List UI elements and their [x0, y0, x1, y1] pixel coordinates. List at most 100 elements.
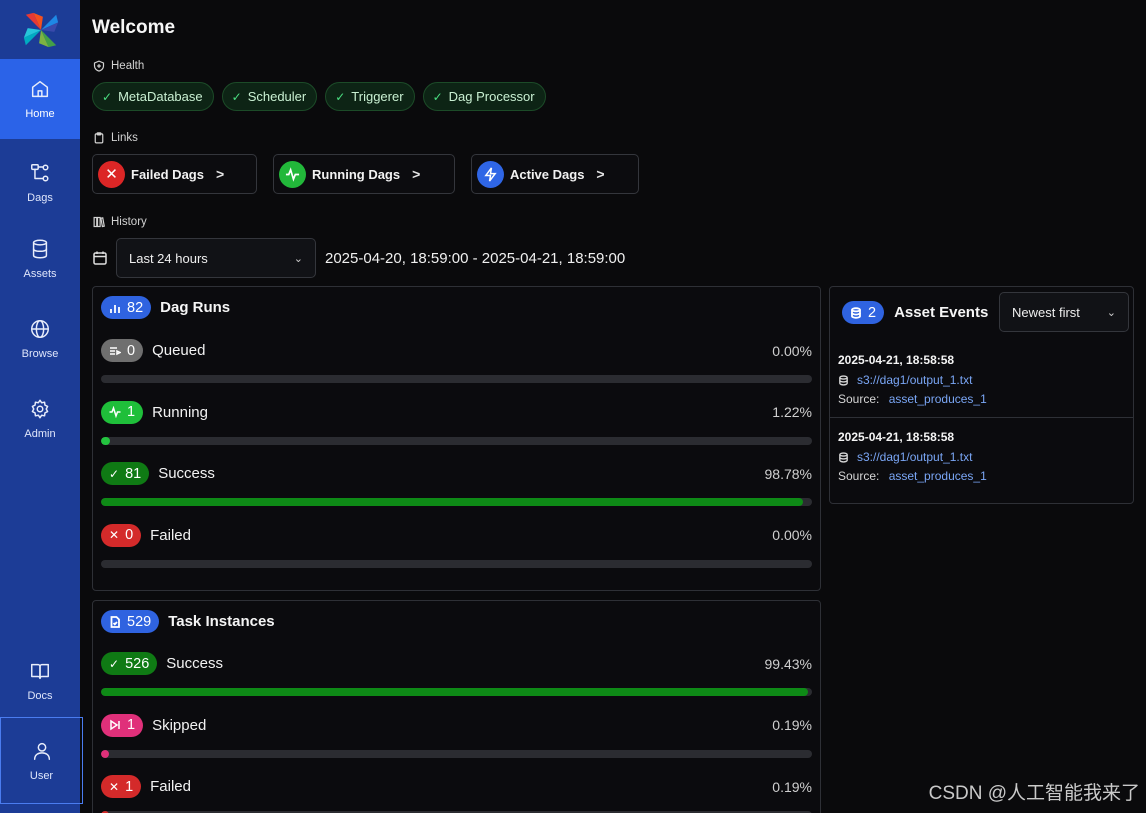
- sidebar-item-label: Docs: [27, 690, 53, 702]
- health-badge-triggerer: ✓ Triggerer: [325, 82, 415, 111]
- task-file-icon: [110, 615, 120, 628]
- asset-event-uri-link[interactable]: s3://dag1/output_1.txt: [857, 373, 972, 387]
- state-name: Queued: [152, 342, 206, 359]
- state-progress-bar: [101, 688, 812, 696]
- sidebar-item-label: Browse: [21, 348, 59, 360]
- dags-icon: [31, 164, 49, 182]
- bar-chart-icon: [110, 304, 120, 313]
- state-percentage: 1.22%: [772, 404, 812, 420]
- calendar-icon: [93, 251, 107, 265]
- sidebar-item-docs[interactable]: Docs: [0, 641, 80, 721]
- time-range-select[interactable]: Last 24 hours ⌄: [116, 238, 316, 278]
- check-icon: ✓: [109, 466, 120, 481]
- state-row-failed[interactable]: ✕ 0 Failed 0.00%: [101, 523, 812, 569]
- task-instances-card: 529 Task Instances ✓ 526 Success 99.43% 1 Ski…: [92, 600, 821, 813]
- database-icon: [32, 239, 48, 259]
- database-icon: [839, 451, 848, 463]
- history-label: History: [111, 216, 147, 228]
- sidebar-item-browse[interactable]: Browse: [0, 299, 80, 379]
- asset-event-source-link[interactable]: asset_produces_1: [889, 469, 987, 483]
- state-name: Running: [152, 403, 208, 421]
- user-icon: [33, 742, 50, 760]
- state-name: Failed: [150, 526, 191, 544]
- sidebar-item-user[interactable]: User: [0, 717, 83, 804]
- task-instances-count-badge: 529: [101, 610, 160, 633]
- asset-event-time: 2025-04-21, 18:58:58: [838, 353, 955, 367]
- sidebar-item-assets[interactable]: Assets: [0, 219, 80, 299]
- state-count: 0: [127, 342, 136, 359]
- dag-runs-card: 82 Dag Runs 0 Queued 0.00% 1 Running 1.22% ✓ 81…: [92, 286, 821, 591]
- state-count: 526: [125, 655, 150, 672]
- sidebar-item-dags[interactable]: Dags: [0, 143, 80, 223]
- chevron-down-icon: ⌄: [293, 252, 303, 265]
- asset-events-count: 2: [868, 304, 877, 321]
- asset-event-uri-link[interactable]: s3://dag1/output_1.txt: [857, 450, 972, 464]
- asset-event-uri-row: s3://dag1/output_1.txt: [838, 373, 1125, 387]
- health-badge-label: Scheduler: [247, 89, 307, 104]
- watermark-text: CSDN @人工智能我来了: [928, 783, 1140, 804]
- state-count: 1: [127, 404, 136, 420]
- dag-runs-count-badge: 82: [101, 296, 152, 319]
- state-count: 1: [125, 778, 134, 795]
- chevron-right-icon: >: [412, 166, 421, 182]
- running-dags-link[interactable]: Running Dags >: [273, 154, 455, 194]
- state-progress-fill: [101, 688, 808, 696]
- sidebar-item-label: Assets: [23, 268, 57, 280]
- dag-runs-count: 82: [127, 299, 144, 316]
- asset-events-header: 2 Asset Events: [842, 301, 988, 324]
- app-root: Home Dags Assets Browse Admin Docs User …: [0, 0, 1146, 813]
- state-count: 81: [125, 465, 142, 482]
- state-row-queued[interactable]: 0 Queued 0.00%: [101, 338, 812, 384]
- dag-runs-title: Dag Runs: [160, 299, 231, 316]
- asset-event-source-link[interactable]: asset_produces_1: [889, 392, 987, 406]
- state-percentage: 99.43%: [764, 655, 812, 672]
- home-icon: [31, 80, 49, 98]
- sidebar-item-admin[interactable]: Admin: [0, 379, 80, 459]
- state-row-success[interactable]: ✓ 81 Success 98.78%: [101, 461, 812, 507]
- state-row-skipped[interactable]: 1 Skipped 0.19%: [101, 713, 812, 759]
- state-row-failed[interactable]: ✕ 1 Failed 0.19%: [101, 774, 812, 813]
- asset-event-uri-row: s3://dag1/output_1.txt: [838, 450, 1125, 464]
- pulse-icon: [109, 406, 121, 418]
- database-icon: [851, 306, 861, 319]
- state-row-running[interactable]: 1 Running 1.22%: [101, 400, 812, 446]
- state-name: Success: [166, 655, 223, 672]
- state-count-badge: ✓ 81: [101, 462, 150, 485]
- chevron-down-icon: ⌄: [1106, 306, 1116, 319]
- state-progress-bar: [101, 498, 812, 506]
- time-range-value: Last 24 hours: [129, 250, 208, 266]
- asset-event-source-row: Source: asset_produces_1: [838, 469, 1125, 483]
- asset-event-source-label: Source:: [838, 469, 880, 483]
- sidebar-item-home[interactable]: Home: [0, 59, 80, 139]
- state-percentage: 0.19%: [772, 717, 812, 733]
- active-dags-link[interactable]: Active Dags >: [471, 154, 639, 194]
- history-range-row: Last 24 hours ⌄ 2025-04-20, 18:59:00 - 2…: [92, 238, 625, 278]
- asset-sort-select[interactable]: Newest first ⌄: [999, 292, 1129, 332]
- health-badge-label: MetaDatabase: [118, 89, 203, 104]
- airflow-logo-icon[interactable]: [22, 11, 60, 49]
- failed-dags-link[interactable]: ✕ Failed Dags >: [92, 154, 257, 194]
- state-name: Success: [158, 465, 215, 482]
- chevron-right-icon: >: [596, 166, 605, 182]
- state-progress-bar: [101, 559, 812, 568]
- state-progress-fill: [101, 749, 109, 758]
- book-icon: [31, 663, 49, 680]
- state-progress-bar: [101, 436, 812, 445]
- sidebar-item-label: Admin: [24, 428, 56, 440]
- check-icon: ✓: [109, 656, 120, 671]
- asset-event-item: 2025-04-21, 18:58:58 s3://dag1/output_1.…: [830, 341, 1133, 429]
- health-label: Health: [111, 60, 145, 72]
- asset-events-card: 2 Asset Events Newest first ⌄ 2025-04-21…: [829, 286, 1134, 504]
- main-content: Welcome Health ✓ MetaDatabase ✓ Scheduler …: [80, 0, 1146, 813]
- state-progress-fill: [101, 498, 804, 506]
- check-icon: ✓: [335, 89, 346, 104]
- dag-runs-header: 82 Dag Runs: [101, 296, 230, 319]
- state-name: Failed: [150, 778, 191, 795]
- health-badge-scheduler: ✓ Scheduler: [221, 82, 318, 111]
- state-percentage: 0.00%: [772, 342, 812, 359]
- state-row-success[interactable]: ✓ 526 Success 99.43%: [101, 651, 812, 697]
- state-count-badge: 0: [101, 339, 144, 362]
- health-badge-label: Triggerer: [351, 89, 404, 104]
- sidebar-item-label: Home: [25, 108, 55, 120]
- links-row: ✕ Failed Dags > Running Dags > Active Da…: [92, 154, 639, 194]
